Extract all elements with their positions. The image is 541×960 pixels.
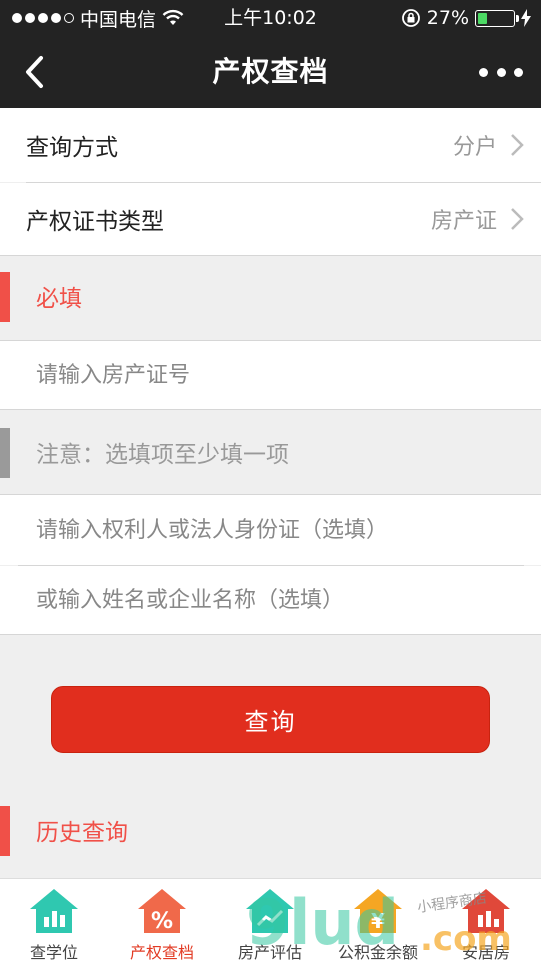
- house-bars-icon: [462, 889, 510, 933]
- chevron-right-icon: [507, 206, 527, 232]
- tab-label: 公积金余额: [337, 943, 418, 960]
- tab-label: 产权查档: [129, 943, 194, 960]
- section-divider: [0, 255, 541, 256]
- name-input[interactable]: [36, 566, 516, 634]
- tab-label: 房产评估: [237, 943, 302, 960]
- notice-text: 注意：选填项至少填一项: [36, 442, 289, 468]
- chevron-right-icon: [507, 132, 527, 158]
- battery-level: [478, 12, 488, 24]
- cert-number-row: [0, 341, 541, 409]
- section-accent-bar: [0, 806, 10, 856]
- query-method-row[interactable]: 查询方式 分户: [0, 108, 541, 182]
- tab-property-valuation[interactable]: 房产评估: [216, 879, 324, 960]
- nav-bar: 产权查档: [0, 36, 541, 108]
- svg-text:¥: ¥: [371, 909, 385, 933]
- section-accent-bar: [0, 272, 10, 322]
- bottom-tab-bar: 查学位 % 产权查档 房产评估 ¥ 公积金余额 安居房: [0, 878, 541, 960]
- tab-property-records[interactable]: % 产权查档: [108, 879, 216, 960]
- more-menu-button[interactable]: [479, 58, 523, 86]
- query-method-value: 分户: [452, 135, 497, 160]
- cert-number-input[interactable]: [36, 341, 516, 409]
- cert-type-label: 产权证书类型: [26, 209, 164, 235]
- house-trend-icon: [246, 889, 294, 933]
- id-number-row: [0, 495, 541, 565]
- cert-type-value: 房产证: [430, 209, 497, 234]
- tab-housing-fund[interactable]: ¥ 公积金余额: [324, 879, 432, 960]
- id-number-input[interactable]: [36, 495, 516, 565]
- rotation-lock-icon: [401, 9, 420, 27]
- query-method-label: 查询方式: [26, 135, 118, 161]
- notice-accent-bar: [0, 428, 10, 478]
- more-dot-icon: [496, 67, 506, 77]
- tab-school-district[interactable]: 查学位: [0, 879, 108, 960]
- house-coin-icon: ¥: [354, 889, 402, 933]
- tab-label: 查学位: [29, 943, 78, 960]
- tab-label: 安居房: [461, 943, 510, 960]
- battery-percent: 27%: [426, 7, 469, 29]
- house-percent-icon: %: [138, 889, 186, 934]
- status-right: 27%: [401, 0, 531, 36]
- history-section-header: 历史查询: [0, 806, 541, 856]
- more-dot-icon: [479, 67, 488, 77]
- required-section-title: 必填: [36, 286, 82, 312]
- more-dot-icon: [514, 67, 523, 77]
- section-divider: [0, 634, 541, 635]
- page-title: 产权查档: [212, 55, 329, 88]
- cert-type-row[interactable]: 产权证书类型 房产证: [0, 183, 541, 255]
- name-row: [0, 566, 541, 634]
- query-submit-button[interactable]: 查询: [51, 686, 490, 753]
- charging-bolt-icon: [521, 9, 531, 27]
- svg-text:%: %: [151, 909, 173, 934]
- section-divider: [0, 409, 541, 410]
- house-chart-icon: [30, 889, 78, 933]
- required-section-header: 必填: [0, 272, 541, 322]
- history-section-title: 历史查询: [36, 820, 128, 846]
- notice-section-header: 注意：选填项至少填一项: [0, 428, 541, 478]
- status-bar: 中国电信 上午10:02 27%: [0, 0, 541, 36]
- tab-affordable-housing[interactable]: 安居房: [432, 879, 540, 960]
- battery-icon: [475, 9, 519, 27]
